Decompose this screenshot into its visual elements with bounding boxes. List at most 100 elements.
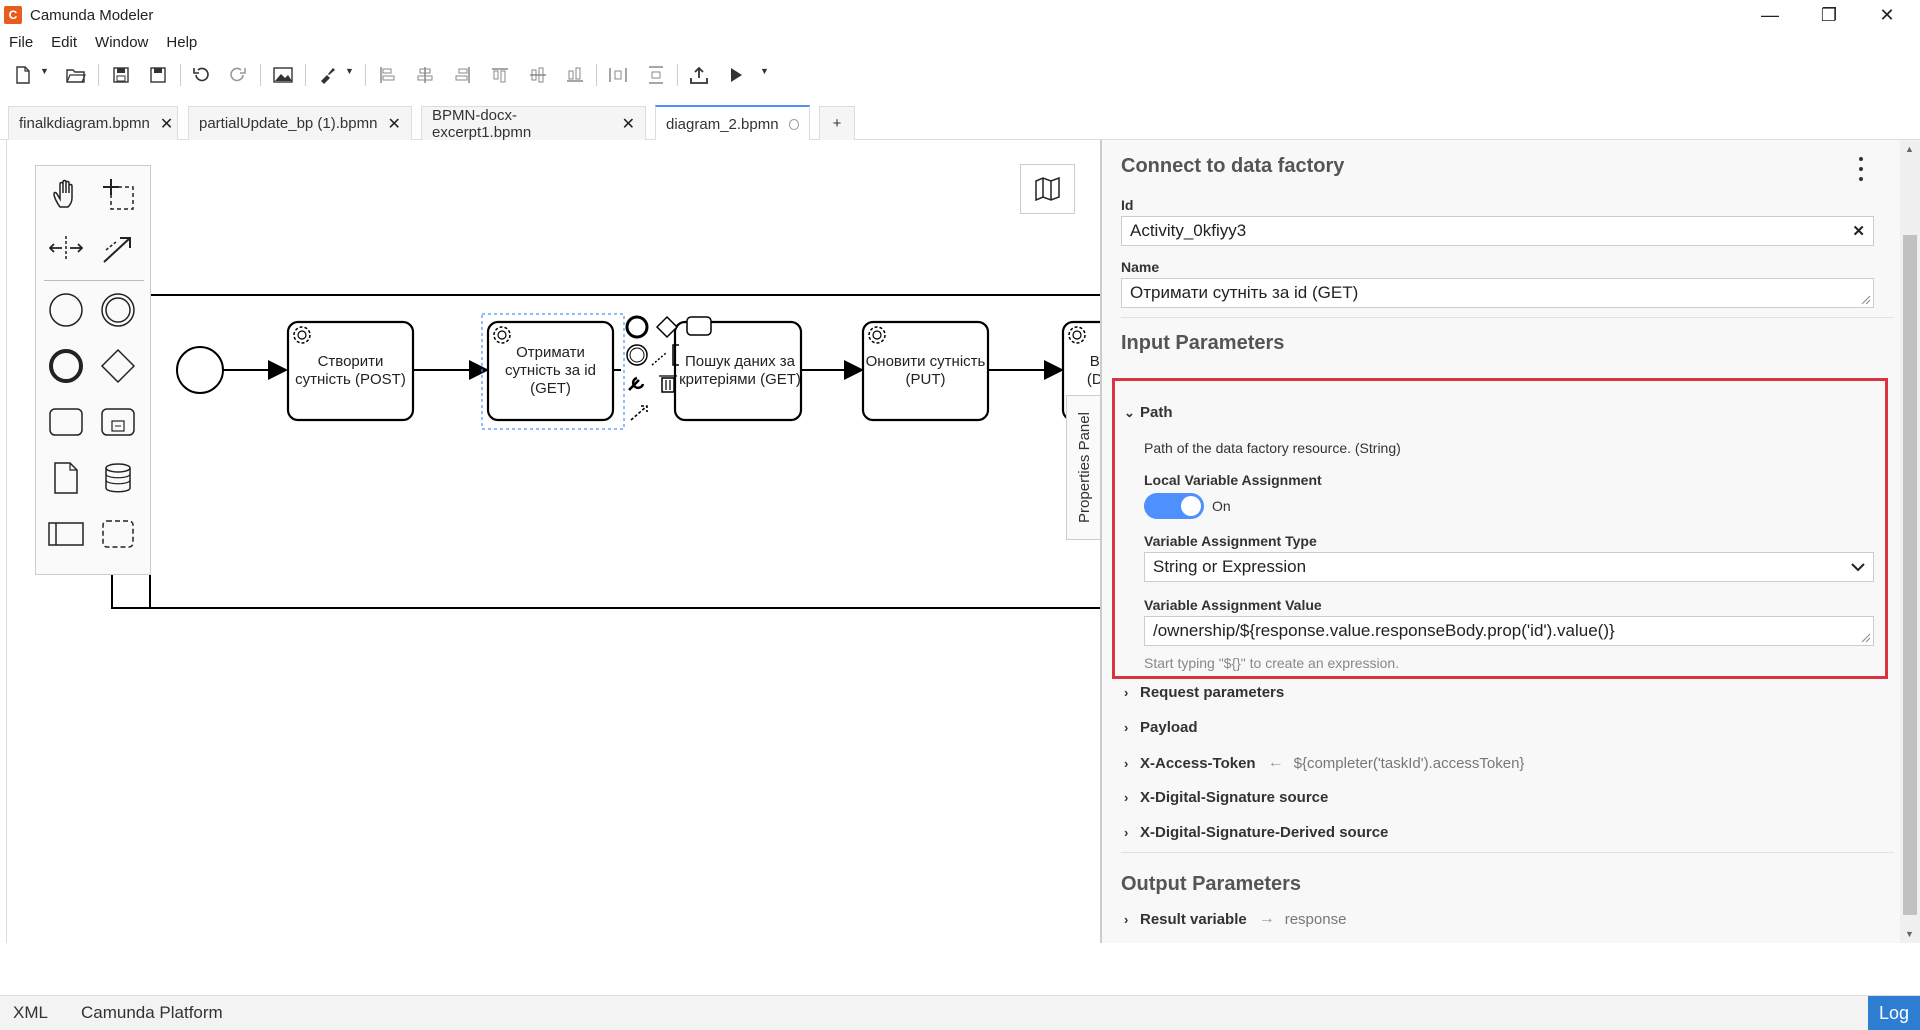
hand-tool-icon[interactable] xyxy=(46,174,86,214)
digital-signature-derived-group[interactable]: › X-Digital-Signature-Derived source xyxy=(1124,824,1388,841)
distribute-vertical-icon[interactable] xyxy=(641,62,671,88)
window-title: Camunda Modeler xyxy=(30,6,154,24)
color-brush-icon[interactable] xyxy=(312,62,342,88)
align-top-icon[interactable] xyxy=(485,62,515,88)
chevron-down-icon xyxy=(1851,563,1865,572)
close-tab-icon[interactable]: ✕ xyxy=(622,114,635,134)
align-right-icon[interactable] xyxy=(448,62,478,88)
redo-icon[interactable] xyxy=(223,62,253,88)
payload-group[interactable]: › Payload xyxy=(1124,719,1198,736)
task-tool-icon[interactable] xyxy=(46,402,86,442)
lasso-tool-icon[interactable] xyxy=(98,174,138,214)
divider xyxy=(1121,317,1894,318)
menu-help[interactable]: Help xyxy=(157,34,206,51)
data-object-tool-icon[interactable] xyxy=(46,458,86,498)
group-label: Result variable xyxy=(1140,910,1247,928)
properties-panel: Connect to data factory Id Activity_0kfi… xyxy=(1100,140,1920,943)
toolbar-separator xyxy=(260,64,261,86)
minimap-toggle-button[interactable] xyxy=(1020,164,1075,214)
tab-label: finalkdiagram.bpmn xyxy=(19,115,150,132)
path-description: Path of the data factory resource. (Stri… xyxy=(1144,440,1401,456)
toolbar: ▼ ▼ ▼ xyxy=(0,58,1920,92)
status-bar: XML Camunda Platform Log xyxy=(0,995,1920,1030)
add-tab-button[interactable]: + xyxy=(819,106,855,140)
task-label: Пошук даних за критеріями (GET) xyxy=(679,353,801,388)
data-store-tool-icon[interactable] xyxy=(98,458,138,498)
chevron-right-icon: › xyxy=(1124,790,1129,805)
clear-input-icon[interactable]: ✕ xyxy=(1852,222,1865,240)
connect-arrow-icon[interactable] xyxy=(630,405,648,421)
name-textarea[interactable]: Отримати сутніть за id (GET) xyxy=(1121,278,1874,308)
platform-label[interactable]: Camunda Platform xyxy=(81,1003,223,1023)
close-tab-icon[interactable]: ✕ xyxy=(387,114,400,134)
save-all-icon[interactable] xyxy=(143,62,173,88)
start-instance-icon[interactable] xyxy=(721,62,751,88)
deploy-icon[interactable] xyxy=(684,62,714,88)
pool-tool-icon[interactable] xyxy=(46,514,86,554)
toggle-knob xyxy=(1181,496,1201,516)
color-dropdown-icon[interactable]: ▼ xyxy=(345,66,354,76)
start-event-tool-icon[interactable] xyxy=(46,290,86,330)
tab-partial-update[interactable]: partialUpdate_bp (1).bpmn ✕ xyxy=(188,106,412,140)
path-group-header[interactable]: ⌄ Path xyxy=(1124,404,1173,421)
scroll-down-icon[interactable]: ▼ xyxy=(1905,929,1914,939)
align-left-icon[interactable] xyxy=(372,62,402,88)
export-image-icon[interactable] xyxy=(268,62,298,88)
align-bottom-icon[interactable] xyxy=(560,62,590,88)
menu-window[interactable]: Window xyxy=(86,34,157,51)
diagram-canvas[interactable]: Створити сутність (POST) Отримати сутніс… xyxy=(6,140,1100,943)
distribute-horizontal-icon[interactable] xyxy=(603,62,633,88)
properties-scrollbar[interactable]: ▲ ▼ xyxy=(1900,140,1920,943)
minimize-button[interactable]: — xyxy=(1741,0,1799,30)
menu-edit[interactable]: Edit xyxy=(42,34,86,51)
var-type-label: Variable Assignment Type xyxy=(1144,533,1317,549)
tab-bpmn-docx-excerpt[interactable]: BPMN-docx-excerpt1.bpmn ✕ xyxy=(421,106,646,141)
resize-grip-icon[interactable] xyxy=(1861,295,1871,305)
subprocess-tool-icon[interactable] xyxy=(98,402,138,442)
intermediate-event-tool-icon[interactable] xyxy=(98,290,138,330)
log-button[interactable]: Log xyxy=(1868,996,1920,1030)
resize-grip-icon[interactable] xyxy=(1861,633,1871,643)
digital-signature-group[interactable]: › X-Digital-Signature source xyxy=(1124,789,1328,806)
result-variable-group[interactable]: › Result variable → response xyxy=(1124,910,1346,928)
var-type-select[interactable]: String or Expression xyxy=(1144,552,1874,582)
scroll-thumb[interactable] xyxy=(1903,235,1917,915)
access-token-group[interactable]: › X-Access-Token ← ${completer('taskId')… xyxy=(1124,754,1524,772)
new-file-icon[interactable] xyxy=(8,62,38,88)
open-folder-icon[interactable] xyxy=(61,62,91,88)
tab-finalkdiagram[interactable]: finalkdiagram.bpmn ✕ xyxy=(8,106,178,140)
trash-icon[interactable] xyxy=(659,375,677,393)
toolbar-separator xyxy=(98,64,99,86)
close-tab-icon[interactable]: ✕ xyxy=(160,114,173,134)
start-dropdown-icon[interactable]: ▼ xyxy=(760,66,769,76)
toolbar-separator xyxy=(677,64,678,86)
end-event-tool-icon[interactable] xyxy=(46,346,86,386)
save-icon[interactable] xyxy=(106,62,136,88)
menu-file[interactable]: File xyxy=(0,34,42,51)
local-var-toggle[interactable] xyxy=(1144,493,1204,519)
start-event[interactable] xyxy=(176,346,224,394)
id-input[interactable]: Activity_0kfiyy3 ✕ xyxy=(1121,216,1874,246)
group-tool-icon[interactable] xyxy=(98,514,138,554)
append-end-event-icon[interactable] xyxy=(625,315,649,339)
tab-label: BPMN-docx-excerpt1.bpmn xyxy=(432,106,532,141)
wrench-icon[interactable] xyxy=(628,376,645,391)
close-window-button[interactable]: ✕ xyxy=(1858,0,1916,30)
request-parameters-group[interactable]: › Request parameters xyxy=(1124,684,1284,701)
var-value-textarea[interactable]: /ownership/${response.value.responseBody… xyxy=(1144,616,1874,646)
palette-separator xyxy=(44,280,144,281)
restore-button[interactable]: ❐ xyxy=(1800,0,1858,30)
gateway-tool-icon[interactable] xyxy=(98,346,138,386)
scroll-up-icon[interactable]: ▲ xyxy=(1905,144,1914,154)
align-middle-icon[interactable] xyxy=(523,62,553,88)
tab-diagram-2[interactable]: diagram_2.bpmn xyxy=(655,105,810,141)
global-connect-tool-icon[interactable] xyxy=(98,228,138,268)
undo-icon[interactable] xyxy=(186,62,216,88)
xml-view-button[interactable]: XML xyxy=(13,1003,48,1023)
tab-bar: finalkdiagram.bpmn ✕ partialUpdate_bp (1… xyxy=(0,104,1920,141)
align-center-icon[interactable] xyxy=(410,62,440,88)
properties-panel-toggle[interactable]: Properties Panel xyxy=(1066,395,1100,540)
new-file-dropdown-icon[interactable]: ▼ xyxy=(40,66,49,76)
space-tool-icon[interactable] xyxy=(46,228,86,268)
more-options-icon[interactable] xyxy=(1851,157,1871,181)
